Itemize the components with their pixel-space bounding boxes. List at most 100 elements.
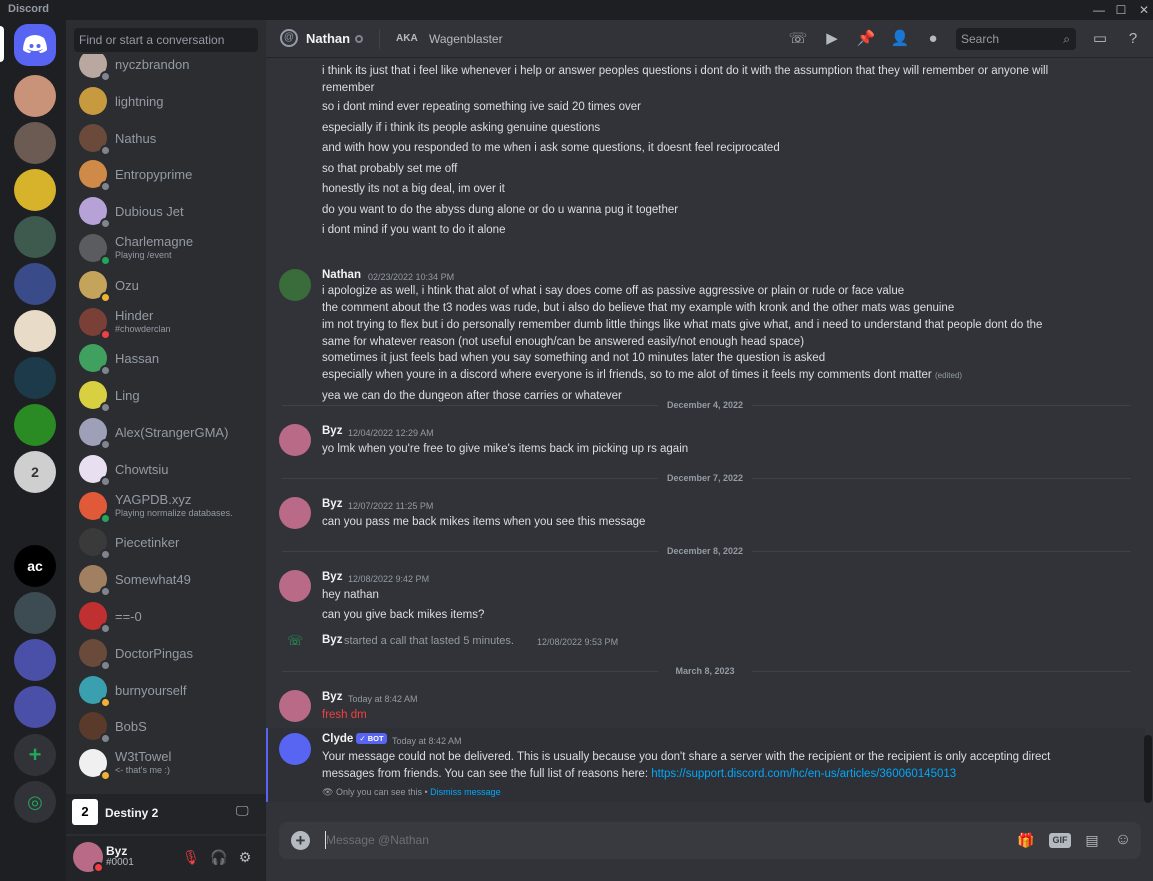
- dm-item[interactable]: Somewhat49: [74, 562, 258, 598]
- author-name[interactable]: Byz: [322, 498, 342, 510]
- byz-avatar[interactable]: [279, 690, 311, 722]
- dm-item[interactable]: nyczbrandon: [74, 54, 258, 83]
- maximize-button[interactable]: ☐: [1110, 1, 1132, 19]
- add-server-button[interactable]: +: [14, 734, 56, 776]
- gift-icon[interactable]: 🎁: [1016, 830, 1036, 850]
- dm-item[interactable]: Entropyprime: [74, 157, 258, 193]
- dm-name: Alex(StrangerGMA): [115, 425, 229, 440]
- dm-name: YAGPDB.xyz: [115, 491, 192, 507]
- call-text: started a call that lasted 5 minutes.: [344, 635, 514, 647]
- mute-mic-icon[interactable]: 🎙: [182, 848, 200, 866]
- dm-item[interactable]: lightning: [74, 84, 258, 120]
- server-ac-icon[interactable]: ac: [14, 545, 56, 587]
- voice-call-icon[interactable]: ☏: [788, 29, 808, 49]
- author-name[interactable]: Nathan: [322, 269, 361, 281]
- pinned-messages-icon[interactable]: 📌: [856, 29, 876, 49]
- server-3-icon[interactable]: [14, 169, 56, 211]
- gif-button[interactable]: GIF: [1049, 833, 1071, 848]
- dm-item[interactable]: YAGPDB.xyz Playing normalize databases.: [74, 489, 258, 525]
- emoji-icon[interactable]: ☺: [1113, 830, 1133, 850]
- dm-item[interactable]: Charlemagne Playing /event: [74, 231, 258, 267]
- server-10-icon[interactable]: [14, 592, 56, 634]
- server-7-icon[interactable]: [14, 357, 56, 399]
- help-icon[interactable]: ?: [1123, 29, 1143, 49]
- author-name[interactable]: Byz: [322, 571, 342, 583]
- status-indicator: [100, 291, 111, 303]
- home-button[interactable]: [14, 24, 56, 66]
- user-settings-gear-icon[interactable]: ⚙: [236, 848, 254, 866]
- clyde-avatar[interactable]: [279, 733, 311, 765]
- dm-item[interactable]: Alex(StrangerGMA): [74, 415, 258, 451]
- dm-item[interactable]: Nathus: [74, 121, 258, 157]
- message-text: especially if i think its people asking …: [322, 122, 601, 134]
- server-sidebar: 2 ac + ◎: [0, 20, 70, 881]
- server-destiny-icon[interactable]: 2: [14, 451, 56, 493]
- byz-avatar[interactable]: [279, 570, 311, 602]
- author-name[interactable]: Byz: [322, 425, 342, 437]
- dm-item[interactable]: Piecetinker: [74, 525, 258, 561]
- dm-search-input[interactable]: Find or start a conversation: [74, 28, 258, 52]
- server-8-icon[interactable]: [14, 404, 56, 446]
- add-friends-icon[interactable]: 👤: [890, 29, 910, 49]
- status-indicator: [100, 549, 111, 561]
- dm-recipient-name[interactable]: Nathan: [306, 31, 350, 46]
- explore-servers-button[interactable]: ◎: [14, 781, 56, 823]
- support-link[interactable]: https://support.discord.com/hc/en-us/art…: [651, 768, 956, 780]
- deafen-headphones-icon[interactable]: 🎧: [210, 848, 228, 866]
- clyde-author[interactable]: Clyde ✓ BOT: [322, 733, 387, 745]
- nathan-avatar[interactable]: [279, 269, 311, 301]
- message-text: i think its just that i feel like whenev…: [322, 65, 1049, 77]
- dm-name: burnyourself: [115, 682, 187, 698]
- user-profile-icon[interactable]: ●: [923, 29, 943, 49]
- status-indicator: [100, 770, 111, 782]
- server-4-icon[interactable]: [14, 216, 56, 258]
- byz-avatar[interactable]: [279, 424, 311, 456]
- header-search-input[interactable]: Search ⌕: [956, 28, 1076, 50]
- inbox-icon[interactable]: ▭: [1090, 29, 1110, 49]
- minimize-button[interactable]: —: [1088, 1, 1110, 19]
- message-composer: + Message @Nathan 🎁 GIF ▤ ☺: [279, 822, 1141, 859]
- call-author-name[interactable]: Byz: [322, 634, 342, 646]
- author-name[interactable]: Byz: [322, 691, 342, 703]
- dm-item[interactable]: Hassan: [74, 341, 258, 377]
- dm-item[interactable]: DoctorPingas: [74, 636, 258, 672]
- close-button[interactable]: ✕: [1133, 1, 1153, 19]
- dm-item[interactable]: burnyourself: [74, 673, 258, 709]
- dm-item[interactable]: W3tTowel <- that's me :): [74, 746, 258, 782]
- dm-item[interactable]: BobS: [74, 709, 258, 745]
- dm-item[interactable]: Chowtsiu: [74, 452, 258, 488]
- timestamp: 12/08/2022 9:42 PM: [348, 574, 430, 584]
- dm-item[interactable]: Ozu: [74, 268, 258, 304]
- server-5-icon[interactable]: [14, 263, 56, 305]
- message-input[interactable]: Message @Nathan: [326, 833, 429, 847]
- sticker-icon[interactable]: ▤: [1082, 830, 1102, 850]
- dm-name: Ozu: [115, 277, 139, 293]
- server-2-icon[interactable]: [14, 122, 56, 164]
- byz-avatar[interactable]: [279, 497, 311, 529]
- activity-panel[interactable]: 2 Destiny 2 🖵: [66, 794, 266, 834]
- dm-item[interactable]: ==-0: [74, 599, 258, 635]
- dm-item[interactable]: Hinder #chowderclan: [74, 305, 258, 341]
- folder-2-icon[interactable]: [14, 686, 56, 728]
- dm-item[interactable]: Dubious Jet: [74, 194, 258, 230]
- ephemeral-note: 👁 Only you can see this • Dismiss messag…: [322, 787, 501, 798]
- attach-plus-icon[interactable]: +: [291, 831, 310, 850]
- server-6-icon[interactable]: [14, 310, 56, 352]
- server-helmet-icon[interactable]: [14, 498, 56, 540]
- video-call-icon[interactable]: ▶: [822, 29, 842, 49]
- activity-game-name: Destiny 2: [105, 806, 159, 820]
- message-text: im not trying to flex but i do personall…: [322, 319, 1042, 331]
- message-text-part: messages from friends. You can see the f…: [322, 768, 652, 780]
- dismiss-message-link[interactable]: Dismiss message: [430, 787, 501, 797]
- dm-item[interactable]: Ling: [74, 378, 258, 414]
- message-text-content: especially when youre in a discord where…: [322, 369, 932, 381]
- scrollbar-thumb[interactable]: [1144, 735, 1152, 803]
- recipient-status-offline: [355, 35, 363, 43]
- message-text-content: same for whatever reason (not useful eno…: [322, 336, 805, 348]
- status-indicator: [100, 402, 111, 414]
- screen-share-icon[interactable]: 🖵: [236, 803, 249, 819]
- server-1-icon[interactable]: [14, 75, 56, 117]
- status-indicator: [100, 144, 111, 156]
- date-divider-label: March 8, 2023: [658, 666, 752, 676]
- folder-1-icon[interactable]: [14, 639, 56, 681]
